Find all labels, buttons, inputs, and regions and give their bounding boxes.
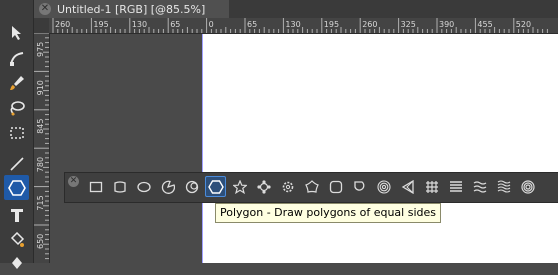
grid-icon[interactable]	[421, 176, 442, 197]
fill-tool-icon[interactable]	[4, 227, 29, 252]
triangle-icon[interactable]	[397, 176, 418, 197]
document-tab-bar: ✕ Untitled-1 [RGB] [@85.5%]	[34, 0, 558, 18]
horizontal-ruler[interactable]: 260 195 130 65 0 65 130 195 260 325 390 455 520	[49, 18, 558, 34]
wave-icon[interactable]	[469, 176, 490, 197]
shapes-toolbar: ✕	[64, 172, 558, 203]
line-tool-icon[interactable]	[4, 151, 29, 176]
polygon-tooltip: Polygon - Draw polygons of equal sides	[215, 203, 441, 223]
lasso-icon[interactable]	[4, 95, 29, 120]
target-icon[interactable]	[517, 176, 538, 197]
star-icon[interactable]	[229, 176, 250, 197]
double-wave-icon[interactable]	[493, 176, 514, 197]
vertical-ruler[interactable]: 975 910 845 780 715 650	[34, 33, 50, 263]
ruler-label: 455	[477, 20, 492, 29]
brush-icon[interactable]	[4, 70, 29, 95]
document-tab[interactable]: ✕ Untitled-1 [RGB] [@85.5%]	[34, 0, 229, 18]
ruler-label: 325	[401, 20, 416, 29]
ruler-label: 130	[132, 20, 147, 29]
ruler-corner	[34, 18, 49, 33]
ruler-label: 195	[93, 20, 108, 29]
ruler-label: 65	[170, 20, 180, 29]
ellipse-icon[interactable]	[133, 176, 154, 197]
text-tool-icon[interactable]	[4, 202, 29, 227]
pie-icon[interactable]	[157, 176, 178, 197]
ruler-label: 390	[439, 20, 454, 29]
ruler-label: 715	[36, 195, 45, 210]
ruler-label: 520	[516, 20, 531, 29]
ruler-label: 845	[36, 119, 45, 134]
ruler-label: 195	[324, 20, 339, 29]
close-icon[interactable]: ✕	[68, 176, 79, 187]
ruler-label: 0	[209, 20, 214, 29]
document-canvas[interactable]	[203, 34, 558, 263]
polygon-icon[interactable]	[205, 176, 226, 197]
cog-icon[interactable]	[253, 176, 274, 197]
ruler-label: 65	[247, 20, 257, 29]
tear-icon[interactable]	[349, 176, 370, 197]
ruler-label: 650	[36, 234, 45, 249]
node-tool-icon[interactable]	[4, 45, 29, 70]
rounded-rectangle-icon[interactable]	[109, 176, 130, 197]
document-edge	[202, 34, 203, 263]
ruler-label: 260	[55, 20, 70, 29]
gear-icon[interactable]	[277, 176, 298, 197]
flower-icon[interactable]	[301, 176, 322, 197]
hexagon-icon[interactable]	[4, 175, 29, 200]
spiral-icon[interactable]	[373, 176, 394, 197]
rounded-square-icon[interactable]	[325, 176, 346, 197]
close-icon[interactable]: ✕	[39, 3, 51, 15]
ruler-label: 975	[36, 42, 45, 57]
ruler-label: 910	[36, 80, 45, 95]
move-tool-icon[interactable]	[4, 20, 29, 45]
ruler-label: 130	[285, 20, 300, 29]
toolbox	[0, 0, 34, 269]
rectangle-icon[interactable]	[85, 176, 106, 197]
ruler-label: 260	[362, 20, 377, 29]
marquee-icon[interactable]	[4, 120, 29, 145]
document-tab-title: Untitled-1 [RGB] [@85.5%]	[57, 2, 206, 16]
crescent-icon[interactable]	[181, 176, 202, 197]
lines-icon[interactable]	[445, 176, 466, 197]
ruler-label: 780	[36, 157, 45, 172]
